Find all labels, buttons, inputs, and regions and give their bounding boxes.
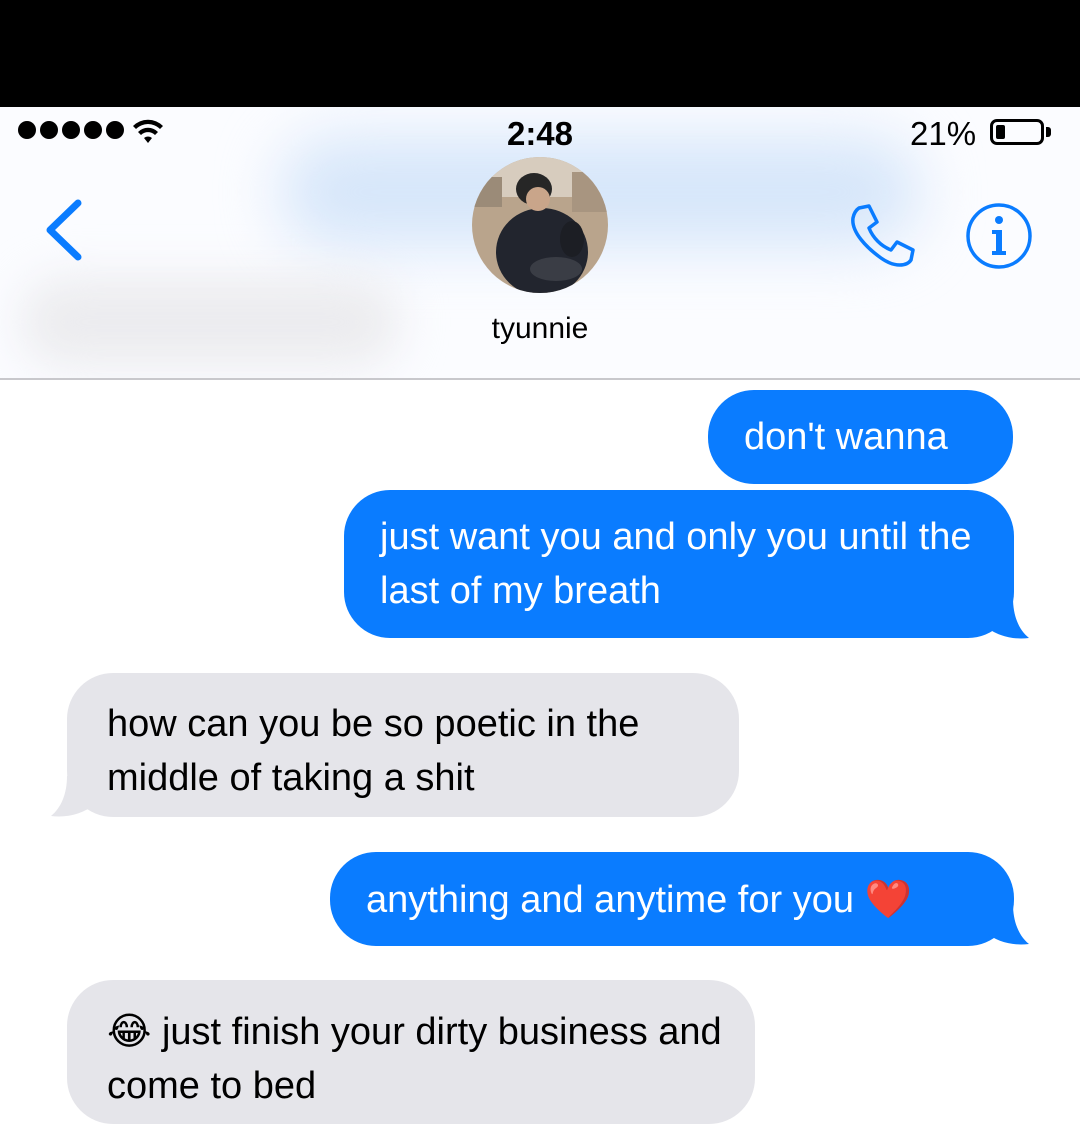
conversation-header: 2:48 21% tyunnie bbox=[0, 107, 1080, 379]
heart-emoji: ❤️ bbox=[864, 877, 912, 921]
message-bubble-sent[interactable]: anything and anytime for you ❤️ bbox=[330, 852, 1014, 946]
message-text: how can you be so poetic in the middle o… bbox=[107, 703, 640, 799]
top-black-bar bbox=[0, 0, 1080, 107]
message-bubble-received[interactable]: how can you be so poetic in the middle o… bbox=[67, 673, 739, 817]
message-text: don't wanna bbox=[744, 416, 948, 458]
bubble-tail bbox=[51, 776, 95, 817]
avatar-photo bbox=[472, 157, 608, 293]
message-text: anything and anytime for you bbox=[366, 879, 854, 921]
bubble-tail bbox=[985, 598, 1029, 639]
battery-icon bbox=[990, 119, 1044, 145]
message-bubble-received[interactable]: 😂 just finish your dirty business and co… bbox=[67, 980, 755, 1124]
message-bubble-sent[interactable]: just want you and only you until the las… bbox=[344, 490, 1014, 638]
contact-avatar[interactable] bbox=[472, 157, 608, 293]
laughing-emoji: 😂 bbox=[107, 1009, 152, 1053]
phone-icon[interactable] bbox=[845, 202, 917, 270]
message-text: just finish your dirty business and come… bbox=[107, 1011, 722, 1107]
message-bubble-sent[interactable]: don't wanna bbox=[708, 390, 1013, 484]
message-text: just want you and only you until the las… bbox=[380, 516, 972, 612]
battery-level-fill bbox=[996, 125, 1005, 139]
chevron-left-icon[interactable] bbox=[40, 197, 84, 263]
header-divider bbox=[0, 378, 1080, 380]
bubble-tail bbox=[985, 904, 1029, 945]
contact-name[interactable]: tyunnie bbox=[0, 312, 1080, 346]
battery-percentage: 21% bbox=[910, 115, 977, 152]
info-icon[interactable] bbox=[964, 201, 1034, 271]
